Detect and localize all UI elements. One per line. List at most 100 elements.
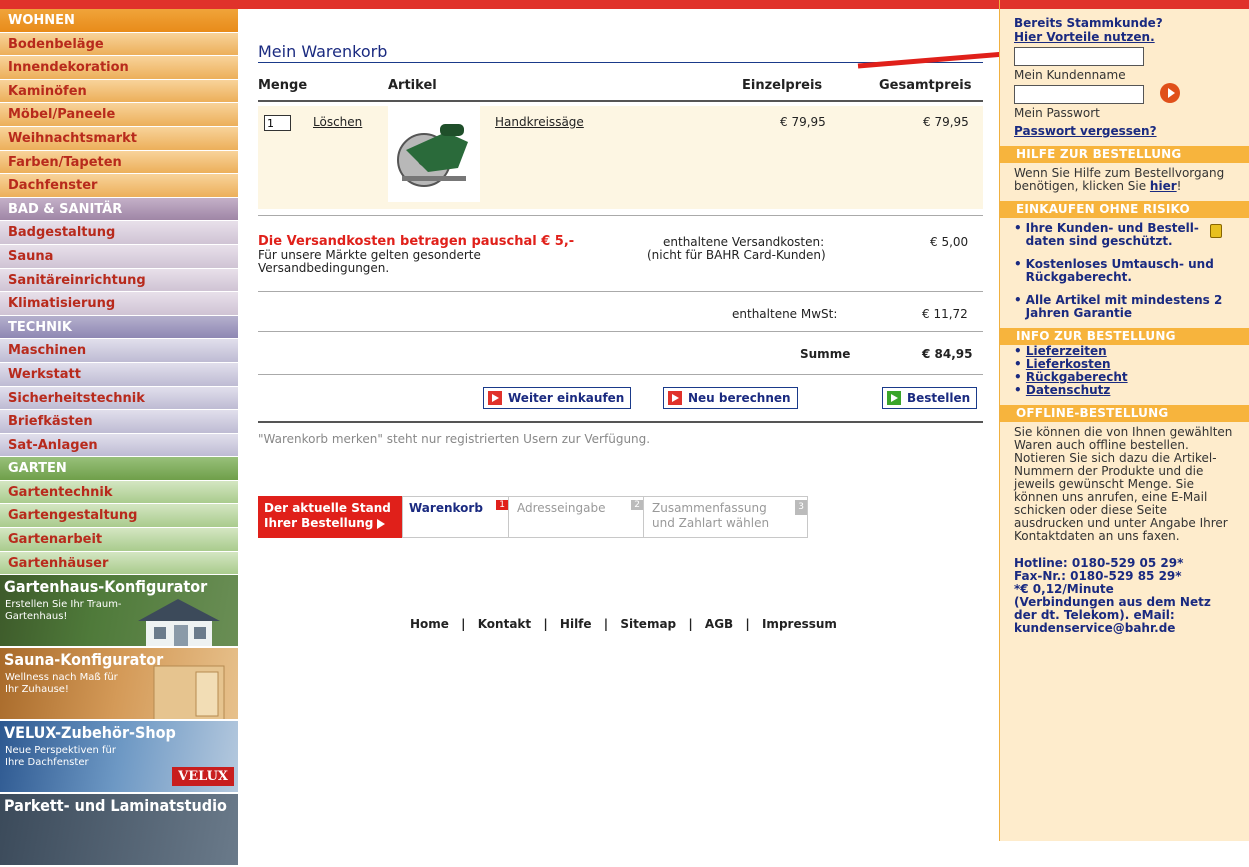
footer-kontakt-link[interactable]: Kontakt: [478, 617, 531, 631]
sidebar-item-sanitaereinrichtung[interactable]: Sanitäreinrichtung: [0, 268, 238, 293]
step-warenkorb[interactable]: Warenkorb 1: [402, 496, 509, 538]
username-input[interactable]: [1014, 85, 1144, 104]
arrow-right-icon: [887, 391, 901, 405]
sum-value: € 84,95: [922, 347, 973, 361]
sidebar-item-sauna[interactable]: Sauna: [0, 244, 238, 269]
banner-subtitle: Erstellen Sie Ihr Traum-Gartenhaus!: [5, 599, 122, 623]
banner-subtitle: Wellness nach Maß für Ihr Zuhause!: [5, 672, 118, 696]
delete-link[interactable]: Löschen: [313, 115, 362, 129]
sidebar-item-dachfenster[interactable]: Dachfenster: [0, 174, 238, 198]
divider: [258, 421, 983, 423]
shipping-label-2: (nicht für BAHR Card-Kunden): [647, 248, 826, 262]
banner-title: Parkett- und Laminatstudio: [4, 796, 227, 816]
sum-label: Summe: [800, 347, 851, 361]
help-here-link[interactable]: hier: [1150, 179, 1177, 193]
sidebar-item-gartenhaeuser[interactable]: Gartenhäuser: [0, 551, 238, 576]
main-content: Mein Warenkorb Menge Artikel Einzelpreis…: [258, 9, 983, 841]
sidebar-item-briefkaesten[interactable]: Briefkästen: [0, 410, 238, 434]
help-heading: HILFE ZUR BESTELLUNG: [1000, 146, 1249, 163]
sidebar-item-farben-tapeten[interactable]: Farben/Tapeten: [0, 150, 238, 175]
steps-current-label: Der aktuelle Stand Ihrer Bestellung: [258, 496, 402, 538]
sidebar-item-innendekoration[interactable]: Innendekoration: [0, 56, 238, 80]
sidebar-item-garten[interactable]: GARTEN: [0, 457, 238, 481]
footer-agb-link[interactable]: AGB: [705, 617, 733, 631]
arrow-right-icon: [488, 391, 502, 405]
step-number: 1: [496, 500, 508, 510]
footer-impressum-link[interactable]: Impressum: [762, 617, 837, 631]
arrow-right-icon: [668, 391, 682, 405]
sidebar-item-kaminoefen[interactable]: Kaminöfen: [0, 79, 238, 104]
footer-links: Home | Kontakt | Hilfe | Sitemap | AGB |…: [410, 617, 837, 631]
sidebar-item-gartenarbeit[interactable]: Gartenarbeit: [0, 528, 238, 552]
risk-item: • Kostenloses Umtausch- und Rückgaberecht…: [1014, 257, 1214, 284]
quantity-input[interactable]: [264, 115, 291, 131]
recalculate-button[interactable]: Neu berechnen: [663, 387, 798, 409]
header-total-price: Gesamtpreis: [879, 78, 972, 93]
order-steps: Der aktuelle Stand Ihrer Bestellung Ware…: [258, 496, 808, 538]
item-unit-price: € 79,95: [780, 115, 826, 129]
offline-box: Sie können die von Ihnen gewählten Waren…: [1000, 422, 1249, 639]
sidebar-item-weihnachtsmarkt[interactable]: Weihnachtsmarkt: [0, 126, 238, 151]
lock-icon: [1209, 224, 1222, 238]
banner-parkett-laminatstudio[interactable]: Parkett- und Laminatstudio: [0, 794, 238, 867]
risk-list: • Ihre Kunden- und Bestell-daten sind ges…: [1000, 218, 1249, 324]
login-go-button[interactable]: [1160, 83, 1180, 103]
footer-home-link[interactable]: Home: [410, 617, 449, 631]
sidebar-item-wohnen[interactable]: WOHNEN: [0, 9, 238, 33]
shipping-subtext: Für unsere Märkte gelten gesonderte Vers…: [258, 248, 481, 275]
sidebar-item-gartengestaltung[interactable]: Gartengestaltung: [0, 504, 238, 529]
step-zusammenfassung[interactable]: Zusammenfassung und Zahlart wählen 3: [644, 496, 808, 538]
sidebar-item-bad-sanitaer[interactable]: BAD & SANITÄR: [0, 197, 238, 222]
sidebar-item-bodenbelaege[interactable]: Bodenbeläge: [0, 32, 238, 57]
footer-sitemap-link[interactable]: Sitemap: [620, 617, 676, 631]
offline-text: Sie können die von Ihnen gewählten Waren…: [1014, 425, 1233, 543]
banner-title: Gartenhaus-Konfigurator: [4, 577, 208, 597]
sidebar-item-technik[interactable]: TECHNIK: [0, 315, 238, 340]
sidebar-item-sat-anlagen[interactable]: Sat-Anlagen: [0, 433, 238, 458]
header-article: Artikel: [388, 78, 437, 93]
recalculate-label: Neu berechnen: [688, 391, 791, 405]
divider: [258, 374, 983, 375]
vat-value: € 11,72: [922, 307, 968, 321]
step-adresseingabe[interactable]: Adresseingabe 2: [509, 496, 644, 538]
sidebar-item-sicherheitstechnik[interactable]: Sicherheitstechnik: [0, 386, 238, 411]
info-links: • Lieferzeiten • Lieferkosten • Rückgabe…: [1000, 345, 1249, 401]
username-label: Mein Kundenname: [1014, 68, 1126, 82]
login-advantages-link[interactable]: Hier Vorteile nutzen.: [1014, 30, 1235, 44]
offline-heading: OFFLINE-BESTELLUNG: [1000, 405, 1249, 422]
sidebar-item-moebel-paneele[interactable]: Möbel/Paneele: [0, 103, 238, 127]
header-unit-price: Einzelpreis: [742, 78, 823, 93]
shipping-label-1: enthaltene Versandkosten:: [663, 235, 825, 249]
circular-saw-image[interactable]: [388, 106, 480, 202]
sidebar-item-maschinen[interactable]: Maschinen: [0, 339, 238, 363]
sidebar-item-klimatisierung[interactable]: Klimatisierung: [0, 292, 238, 316]
page-title: Mein Warenkorb: [258, 42, 388, 61]
email-link[interactable]: kundenservice@bahr.de: [1014, 622, 1235, 635]
password-label: Mein Passwort: [1014, 106, 1100, 120]
forgot-password-link[interactable]: Passwort vergessen?: [1014, 124, 1235, 138]
cart-item-row: Löschen Handkreissäge € 79,95 € 79,95: [258, 106, 983, 209]
info-link-datenschutz[interactable]: • Datenschutz: [1014, 384, 1235, 397]
customer-number-input[interactable]: [1014, 47, 1144, 66]
right-sidebar: Bereits Stammkunde? Hier Vorteile nutzen…: [999, 0, 1249, 841]
sidebar-item-werkstatt[interactable]: Werkstatt: [0, 362, 238, 387]
divider: [258, 291, 983, 292]
risk-item: • Ihre Kunden- und Bestell-daten sind ges…: [1014, 222, 1235, 248]
sidebar-item-badgestaltung[interactable]: Badgestaltung: [0, 221, 238, 245]
help-text-box: Wenn Sie Hilfe zum Bestellvorgang benöti…: [1014, 166, 1225, 193]
banner-velux-shop[interactable]: VELUX-Zubehör-Shop Neue Perspektiven für…: [0, 721, 238, 795]
risk-item: • Alle Artikel mit mindestens 2 Jahren Ga…: [1014, 293, 1223, 320]
order-button[interactable]: Bestellen: [882, 387, 978, 409]
header-underline: [258, 100, 983, 102]
continue-shopping-button[interactable]: Weiter einkaufen: [483, 387, 632, 409]
banner-gartenhaus-konfigurator[interactable]: Gartenhaus-Konfigurator Erstellen Sie Ih…: [0, 575, 238, 649]
shipping-notice: Die Versandkosten betragen pauschal € 5,…: [258, 234, 575, 249]
footer-hilfe-link[interactable]: Hilfe: [560, 617, 592, 631]
sidebar-item-gartentechnik[interactable]: Gartentechnik: [0, 480, 238, 505]
shipping-value: € 5,00: [930, 235, 969, 249]
item-name-link[interactable]: Handkreissäge: [495, 115, 584, 129]
login-box: Bereits Stammkunde? Hier Vorteile nutzen…: [1000, 9, 1249, 142]
banner-sauna-konfigurator[interactable]: Sauna-Konfigurator Wellness nach Maß für…: [0, 648, 238, 722]
garden-house-image: [138, 599, 220, 647]
banner-title: VELUX-Zubehör-Shop: [4, 723, 176, 743]
